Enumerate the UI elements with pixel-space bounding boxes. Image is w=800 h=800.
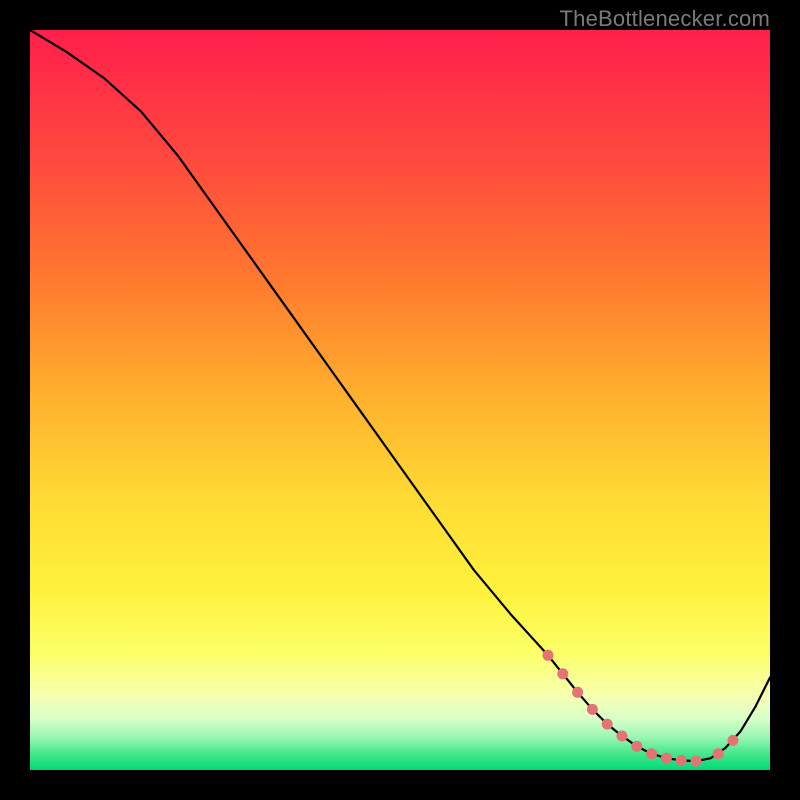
data-point [602,719,613,730]
data-point [587,704,598,715]
bottleneck-chart [30,30,770,770]
data-point [691,756,702,767]
data-point [676,755,687,766]
chart-frame: TheBottlenecker.com [0,0,800,800]
watermark-text: TheBottlenecker.com [560,6,770,32]
data-point [631,741,642,752]
data-point [617,730,628,741]
data-point [646,748,657,759]
data-point [713,748,724,759]
gradient-background [30,30,770,770]
data-point [728,735,739,746]
data-point [661,753,672,764]
data-point [557,668,568,679]
data-point [543,650,554,661]
data-point [572,687,583,698]
